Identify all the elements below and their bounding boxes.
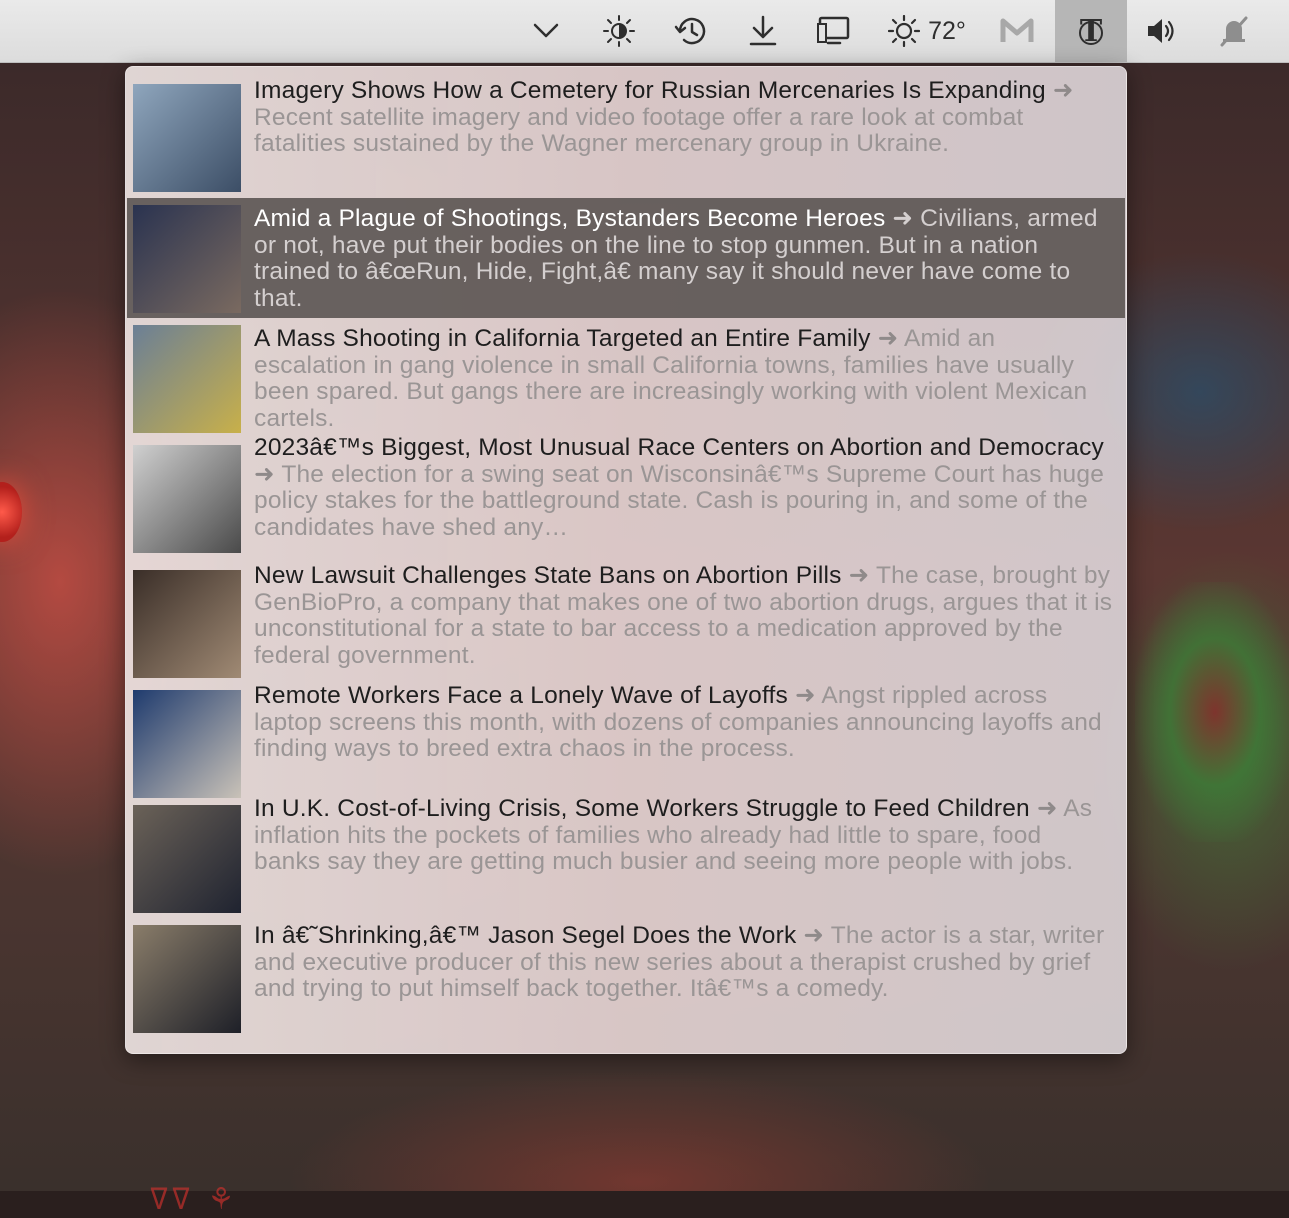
arrow-icon: ➜ <box>877 325 899 352</box>
arrow-icon: ➜ <box>803 922 825 949</box>
download-icon[interactable] <box>732 0 794 62</box>
news-title: Remote Workers Face a Lonely Wave of Lay… <box>254 682 788 709</box>
news-title: In U.K. Cost-of-Living Crisis, Some Work… <box>254 795 1030 822</box>
news-item[interactable]: Amid a Plague of Shootings, Bystanders B… <box>127 198 1125 318</box>
news-thumbnail <box>133 445 241 553</box>
news-item[interactable]: In â€˜Shrinking,â€™ Jason Segel Does the… <box>127 918 1125 1038</box>
news-text: 2023â€™s Biggest, Most Unusual Race Cent… <box>254 434 1114 541</box>
news-thumbnail <box>133 690 241 798</box>
street-markings: 𐊼𐊼 ⚘ <box>150 1182 239 1217</box>
display-icon[interactable] <box>803 0 865 62</box>
volume-icon[interactable] <box>1131 0 1193 62</box>
arrow-icon: ➜ <box>1052 77 1074 104</box>
news-text: Remote Workers Face a Lonely Wave of Lay… <box>254 682 1114 763</box>
weather-sun-icon <box>888 15 921 47</box>
news-text: In â€˜Shrinking,â€™ Jason Segel Does the… <box>254 922 1114 1003</box>
news-item[interactable]: In U.K. Cost-of-Living Crisis, Some Work… <box>127 795 1125 918</box>
arrow-icon: ➜ <box>254 460 275 488</box>
news-title: Imagery Shows How a Cemetery for Russian… <box>254 77 1046 104</box>
history-icon[interactable] <box>660 0 722 62</box>
notifications-muted-icon[interactable] <box>1203 0 1265 62</box>
svg-text:T: T <box>1080 15 1103 47</box>
news-thumbnail <box>133 925 241 1033</box>
news-title: Amid a Plague of Shootings, Bystanders B… <box>254 205 886 232</box>
news-item[interactable]: New Lawsuit Challenges State Bans on Abo… <box>127 562 1125 683</box>
news-thumbnail <box>133 325 241 433</box>
news-text: Amid a Plague of Shootings, Bystanders B… <box>254 205 1114 312</box>
news-title: In â€˜Shrinking,â€™ Jason Segel Does the… <box>254 922 797 949</box>
news-item[interactable]: Imagery Shows How a Cemetery for Russian… <box>127 77 1125 199</box>
news-text: Imagery Shows How a Cemetery for Russian… <box>254 77 1114 158</box>
news-text: A Mass Shooting in California Targeted a… <box>254 325 1114 432</box>
nyt-icon[interactable]: T <box>1055 0 1127 62</box>
chevron-down-icon[interactable] <box>515 0 577 62</box>
arrow-icon: ➜ <box>848 562 870 589</box>
news-thumbnail <box>133 805 241 913</box>
news-summary: The election for a swing seat on Wiscons… <box>254 460 1105 541</box>
arrow-icon: ➜ <box>892 205 914 232</box>
news-item[interactable]: 2023â€™s Biggest, Most Unusual Race Cent… <box>127 434 1125 563</box>
news-thumbnail <box>133 84 241 192</box>
arrow-icon: ➜ <box>795 682 816 709</box>
brightness-icon[interactable] <box>588 0 650 62</box>
gmail-icon[interactable] <box>986 0 1048 62</box>
news-summary: Recent satellite imagery and video foota… <box>254 103 1024 157</box>
lantern-decoration <box>0 482 22 542</box>
menu-bar: 72° T <box>0 0 1289 63</box>
news-dropdown: Imagery Shows How a Cemetery for Russian… <box>125 66 1127 1054</box>
news-thumbnail <box>133 205 241 313</box>
graffiti-decoration <box>1135 582 1289 842</box>
temperature-label: 72° <box>928 16 966 45</box>
news-item[interactable]: Remote Workers Face a Lonely Wave of Lay… <box>127 682 1125 798</box>
weather-widget[interactable]: 72° <box>878 0 976 62</box>
arrow-icon: ➜ <box>1036 795 1058 822</box>
news-title: A Mass Shooting in California Targeted a… <box>254 325 871 352</box>
news-item[interactable]: A Mass Shooting in California Targeted a… <box>127 318 1125 438</box>
news-title: New Lawsuit Challenges State Bans on Abo… <box>254 562 842 589</box>
news-text: New Lawsuit Challenges State Bans on Abo… <box>254 562 1114 669</box>
news-title: 2023â€™s Biggest, Most Unusual Race Cent… <box>254 434 1104 461</box>
news-thumbnail <box>133 570 241 678</box>
news-text: In U.K. Cost-of-Living Crisis, Some Work… <box>254 795 1114 876</box>
